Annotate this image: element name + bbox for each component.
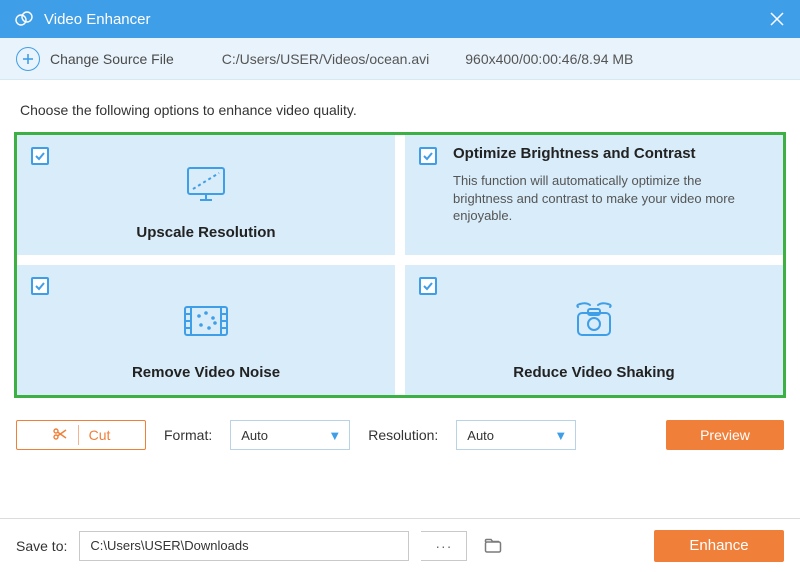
cut-divider [78,425,79,445]
scissors-icon [52,426,68,445]
options-highlight-frame: Upscale Resolution Optimize Brightness a… [14,132,786,398]
change-source-link[interactable]: Change Source File [50,51,174,67]
bottom-bar: Save to: C:\Users\USER\Downloads ··· Enh… [0,518,800,572]
add-source-button[interactable] [16,47,40,71]
controls-row: Cut Format: Auto ▼ Resolution: Auto ▼ Pr… [0,398,800,450]
titlebar: Video Enhancer [0,0,800,38]
app-title: Video Enhancer [44,11,150,28]
option-optimize-title: Optimize Brightness and Contrast [453,145,765,166]
format-label: Format: [164,427,212,443]
format-select[interactable]: Auto ▼ [230,420,350,450]
saveto-label: Save to: [16,538,67,554]
caret-down-icon: ▼ [554,428,567,443]
shaking-icon [423,277,765,364]
save-path-value: C:\Users\USER\Downloads [90,538,248,553]
save-path-field[interactable]: C:\Users\USER\Downloads [79,531,409,561]
option-upscale-resolution[interactable]: Upscale Resolution [17,135,395,255]
preview-label: Preview [700,427,750,443]
option-optimize-brightness[interactable]: Optimize Brightness and Contrast This fu… [405,135,783,255]
source-file-meta: 960x400/00:00:46/8.94 MB [465,51,633,67]
option-reduce-shaking[interactable]: Reduce Video Shaking [405,265,783,395]
enhance-label: Enhance [689,537,748,554]
preview-button[interactable]: Preview [666,420,784,450]
noise-icon [35,277,377,364]
enhance-button[interactable]: Enhance [654,530,784,562]
option-shaking-title: Reduce Video Shaking [423,364,765,385]
checkbox-noise[interactable] [31,277,49,295]
resolution-value: Auto [467,428,494,443]
options-grid: Upscale Resolution Optimize Brightness a… [17,135,783,395]
open-folder-button[interactable] [479,532,507,560]
instruction-text: Choose the following options to enhance … [0,80,800,132]
option-optimize-desc: This function will automatically optimiz… [453,172,765,225]
resolution-select[interactable]: Auto ▼ [456,420,576,450]
source-bar: Change Source File C:/Users/USER/Videos/… [0,38,800,80]
caret-down-icon: ▼ [328,428,341,443]
close-button[interactable] [768,10,786,28]
checkbox-shaking[interactable] [419,277,437,295]
cut-button[interactable]: Cut [16,420,146,450]
checkbox-upscale[interactable] [31,147,49,165]
cut-label: Cut [89,427,111,443]
upscale-icon [35,147,377,224]
source-file-path: C:/Users/USER/Videos/ocean.avi [222,51,430,67]
option-noise-title: Remove Video Noise [35,364,377,385]
browse-button[interactable]: ··· [421,531,467,561]
browse-label: ··· [435,538,452,554]
resolution-label: Resolution: [368,427,438,443]
option-remove-noise[interactable]: Remove Video Noise [17,265,395,395]
app-icon [14,9,34,29]
checkbox-optimize[interactable] [419,147,437,165]
format-value: Auto [241,428,268,443]
option-upscale-title: Upscale Resolution [35,224,377,245]
